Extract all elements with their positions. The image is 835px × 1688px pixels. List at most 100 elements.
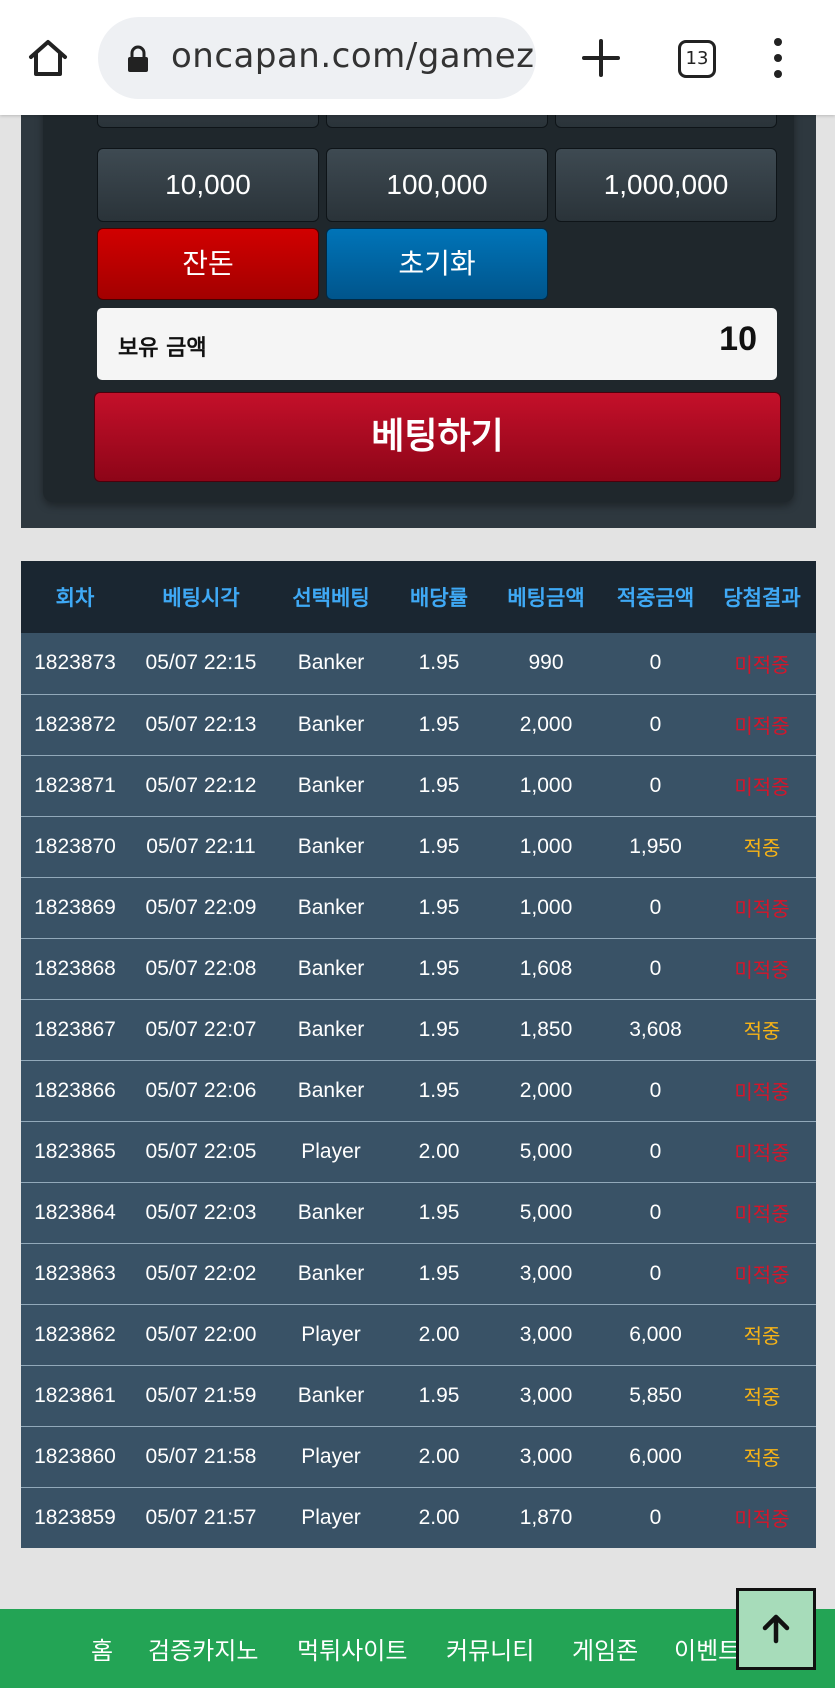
url-text: oncapan.com/gamezo <box>171 36 536 76</box>
column-header: 당첨결과 <box>708 561 816 633</box>
table-cell: Banker <box>273 998 389 1060</box>
table-cell: Banker <box>273 937 389 999</box>
result-cell: 미적중 <box>708 1181 816 1243</box>
table-cell: 1823869 <box>21 876 129 938</box>
table-cell: Banker <box>273 876 389 938</box>
table-cell: 05/07 22:06 <box>129 1059 273 1121</box>
table-cell: 1823864 <box>21 1181 129 1243</box>
table-row: 1823871 05/07 22:12 Banker 1.95 1,000 0 미적중 <box>21 754 816 816</box>
table-cell: 0 <box>603 1181 708 1243</box>
table-cell: 05/07 22:15 <box>129 633 273 694</box>
table-cell: Banker <box>273 815 389 877</box>
column-header: 적중금액 <box>603 561 708 633</box>
new-tab-icon[interactable] <box>578 35 624 81</box>
table-cell: 1.95 <box>389 1059 489 1121</box>
betting-history-table: 회차 베팅시각 선택베팅 배당률 베팅금액 적중금액 당첨결과 1823873 0… <box>21 561 816 1548</box>
table-cell: 3,000 <box>489 1242 603 1304</box>
table-cell: 05/07 22:05 <box>129 1120 273 1182</box>
betting-panel-inner: 1,000 5,000 50,000 10,000 100,000 1,000,… <box>43 60 794 502</box>
table-row: 1823859 05/07 21:57 Player 2.00 1,870 0 미적중 <box>21 1486 816 1548</box>
table-cell: 1.95 <box>389 998 489 1060</box>
table-row: 1823862 05/07 22:00 Player 2.00 3,000 6,000 적중 <box>21 1303 816 1365</box>
nav-item-scam-sites[interactable]: 먹튀사이트 <box>297 1631 407 1666</box>
table-cell: 0 <box>603 1120 708 1182</box>
table-cell: 5,850 <box>603 1364 708 1426</box>
arrow-up-icon <box>762 1614 790 1644</box>
table-cell: 1823862 <box>21 1303 129 1365</box>
table-cell: 0 <box>603 1059 708 1121</box>
result-cell: 미적중 <box>708 1242 816 1304</box>
table-cell: Player <box>273 1120 389 1182</box>
table-cell: 1.95 <box>389 876 489 938</box>
more-menu-icon[interactable] <box>765 38 791 78</box>
table-cell: 1823867 <box>21 998 129 1060</box>
scroll-to-top-button[interactable] <box>736 1588 816 1670</box>
table-cell: 3,000 <box>489 1303 603 1365</box>
home-icon[interactable] <box>27 37 69 79</box>
table-cell: Banker <box>273 1242 389 1304</box>
table-cell: 1.95 <box>389 754 489 816</box>
chip-button-10000[interactable]: 10,000 <box>97 148 319 222</box>
table-cell: 1823865 <box>21 1120 129 1182</box>
table-cell: 0 <box>603 633 708 694</box>
nav-item-game-zone[interactable]: 게임존 <box>572 1631 638 1666</box>
holding-amount-box: 보유 금액 10 <box>97 308 777 380</box>
result-cell: 미적중 <box>708 876 816 938</box>
table-cell: 1823868 <box>21 937 129 999</box>
address-bar[interactable]: oncapan.com/gamezo <box>98 17 536 99</box>
place-bet-button[interactable]: 베팅하기 <box>94 392 781 482</box>
result-cell: 미적중 <box>708 693 816 755</box>
table-cell: 1.95 <box>389 937 489 999</box>
table-row: 1823872 05/07 22:13 Banker 1.95 2,000 0 미적중 <box>21 693 816 755</box>
change-button[interactable]: 잔돈 <box>97 228 319 300</box>
holding-amount-value: 10 <box>719 320 757 358</box>
table-cell: 1.95 <box>389 1364 489 1426</box>
tab-switcher-button[interactable]: 13 <box>678 40 716 78</box>
nav-item-home[interactable]: 홈 <box>91 1631 113 1666</box>
table-cell: 0 <box>603 937 708 999</box>
table-cell: 0 <box>603 1486 708 1548</box>
table-cell: 1,000 <box>489 815 603 877</box>
table-cell: Banker <box>273 1364 389 1426</box>
table-cell: 3,000 <box>489 1425 603 1487</box>
table-cell: Player <box>273 1303 389 1365</box>
chip-button-1000000[interactable]: 1,000,000 <box>555 148 777 222</box>
table-cell: 1823872 <box>21 693 129 755</box>
table-cell: 05/07 22:07 <box>129 998 273 1060</box>
table-header-row: 회차 베팅시각 선택베팅 배당률 베팅금액 적중금액 당첨결과 <box>21 561 816 633</box>
table-row: 1823865 05/07 22:05 Player 2.00 5,000 0 미적중 <box>21 1120 816 1182</box>
column-header: 베팅금액 <box>489 561 603 633</box>
table-cell: 1.95 <box>389 1242 489 1304</box>
table-row: 1823868 05/07 22:08 Banker 1.95 1,608 0 미적중 <box>21 937 816 999</box>
betting-history: 회차 베팅시각 선택베팅 배당률 베팅금액 적중금액 당첨결과 1823873 0… <box>21 561 816 1548</box>
table-cell: Player <box>273 1425 389 1487</box>
table-cell: 1823866 <box>21 1059 129 1121</box>
result-cell: 적중 <box>708 1303 816 1365</box>
nav-item-community[interactable]: 커뮤니티 <box>446 1631 534 1666</box>
result-cell: 적중 <box>708 1425 816 1487</box>
table-cell: 05/07 22:00 <box>129 1303 273 1365</box>
result-cell: 미적중 <box>708 1120 816 1182</box>
table-cell: 6,000 <box>603 1425 708 1487</box>
nav-item-verified-casino[interactable]: 검증카지노 <box>148 1631 258 1666</box>
chip-button-100000[interactable]: 100,000 <box>326 148 548 222</box>
table-row: 1823867 05/07 22:07 Banker 1.95 1,850 3,608 적중 <box>21 998 816 1060</box>
table-cell: 1.95 <box>389 1181 489 1243</box>
result-cell: 미적중 <box>708 937 816 999</box>
table-cell: Banker <box>273 633 389 694</box>
table-cell: 05/07 22:13 <box>129 693 273 755</box>
result-cell: 미적중 <box>708 633 816 694</box>
table-cell: 1,850 <box>489 998 603 1060</box>
table-cell: 2.00 <box>389 1425 489 1487</box>
bottom-nav: 홈 검증카지노 먹튀사이트 커뮤니티 게임존 이벤트 <box>0 1609 835 1688</box>
table-cell: 1823861 <box>21 1364 129 1426</box>
holding-amount-label: 보유 금액 <box>118 336 207 361</box>
result-cell: 미적중 <box>708 1486 816 1548</box>
table-cell: 1,870 <box>489 1486 603 1548</box>
column-header: 배당률 <box>389 561 489 633</box>
result-cell: 적중 <box>708 998 816 1060</box>
reset-button[interactable]: 초기화 <box>326 228 548 300</box>
nav-item-events[interactable]: 이벤트 <box>674 1631 740 1666</box>
table-row: 1823861 05/07 21:59 Banker 1.95 3,000 5,850 적중 <box>21 1364 816 1426</box>
result-cell: 미적중 <box>708 754 816 816</box>
